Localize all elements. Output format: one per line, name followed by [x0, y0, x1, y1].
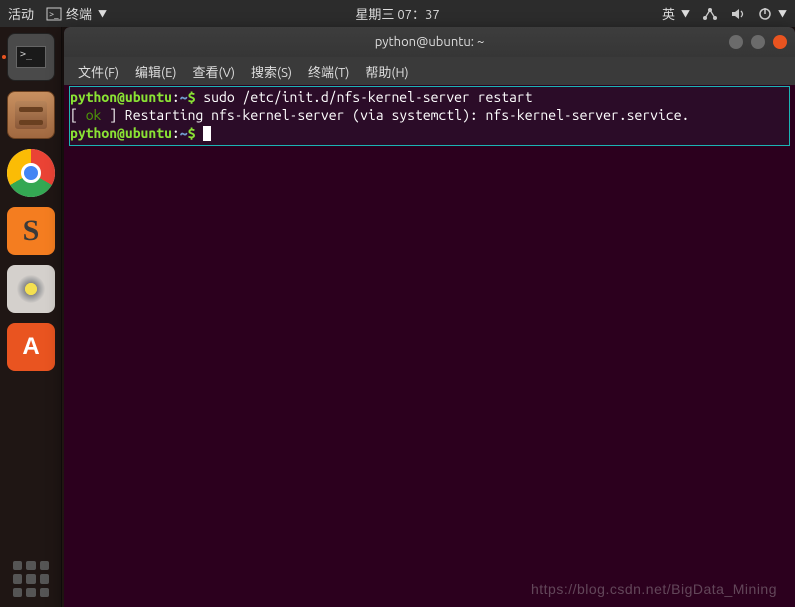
- desktop: >_ S A python@ubuntu: ~: [0, 27, 795, 607]
- dock-sublime[interactable]: S: [7, 207, 55, 255]
- prompt-user: python@ubuntu: [70, 125, 172, 141]
- menu-search[interactable]: 搜索(S): [245, 60, 298, 83]
- window-title: python@ubuntu: ~: [375, 35, 485, 49]
- volume-icon[interactable]: [730, 7, 746, 21]
- dock: >_ S A: [0, 27, 62, 607]
- dock-chrome[interactable]: [7, 149, 55, 197]
- prompt-path: ~: [180, 89, 188, 105]
- app-menu[interactable]: >_ 终端 ▼: [46, 4, 107, 23]
- menu-terminal[interactable]: 终端(T): [302, 60, 355, 83]
- maximize-button[interactable]: [751, 35, 765, 49]
- input-source-label: 英: [662, 4, 675, 23]
- dock-rhythmbox[interactable]: [7, 265, 55, 313]
- files-icon: [15, 101, 47, 129]
- terminal-icon: >_: [16, 46, 46, 68]
- chevron-down-icon: ▼: [778, 7, 787, 20]
- sublime-icon: S: [23, 214, 40, 248]
- show-applications-button[interactable]: [13, 561, 49, 597]
- command-text: sudo /etc/init.d/nfs-kernel-server resta…: [195, 89, 532, 105]
- prompt-path: ~: [180, 125, 188, 141]
- menu-help[interactable]: 帮助(H): [359, 60, 414, 83]
- terminal-indicator-icon: >_: [46, 7, 62, 21]
- chevron-down-icon: ▼: [98, 7, 107, 20]
- menu-file[interactable]: 文件(F): [72, 60, 125, 83]
- menubar: 文件(F) 编辑(E) 查看(V) 搜索(S) 终端(T) 帮助(H): [64, 57, 795, 85]
- minimize-button[interactable]: [729, 35, 743, 49]
- terminal-output[interactable]: python@ubuntu:~$ sudo /etc/init.d/nfs-ke…: [64, 85, 795, 147]
- app-menu-label: 终端: [66, 4, 92, 23]
- terminal-window: python@ubuntu: ~ 文件(F) 编辑(E) 查看(V) 搜索(S)…: [64, 27, 795, 607]
- chevron-down-icon: ▼: [681, 7, 690, 20]
- network-icon[interactable]: [702, 7, 718, 21]
- menu-view[interactable]: 查看(V): [187, 60, 241, 83]
- clock[interactable]: 星期三 07：37: [355, 4, 439, 23]
- menu-edit[interactable]: 编辑(E): [129, 60, 182, 83]
- dock-files[interactable]: [7, 91, 55, 139]
- top-panel: 活动 >_ 终端 ▼ 星期三 07：37 英 ▼ ▼: [0, 0, 795, 27]
- cursor: [203, 126, 211, 141]
- titlebar[interactable]: python@ubuntu: ~: [64, 27, 795, 57]
- selected-region: python@ubuntu:~$ sudo /etc/init.d/nfs-ke…: [70, 87, 789, 145]
- power-icon[interactable]: ▼: [758, 7, 787, 21]
- speaker-icon: [17, 275, 45, 303]
- watermark: https://blog.csdn.net/BigData_Mining: [531, 581, 777, 597]
- prompt-user: python@ubuntu: [70, 89, 172, 105]
- activities-button[interactable]: 活动: [8, 4, 34, 23]
- input-source[interactable]: 英 ▼: [662, 4, 690, 23]
- status-ok: ok: [86, 107, 102, 123]
- software-icon: A: [22, 333, 39, 361]
- dock-terminal[interactable]: >_: [7, 33, 55, 81]
- workspace: python@ubuntu: ~ 文件(F) 编辑(E) 查看(V) 搜索(S)…: [62, 27, 795, 607]
- svg-text:>_: >_: [49, 9, 59, 19]
- dock-software[interactable]: A: [7, 323, 55, 371]
- close-button[interactable]: [773, 35, 787, 49]
